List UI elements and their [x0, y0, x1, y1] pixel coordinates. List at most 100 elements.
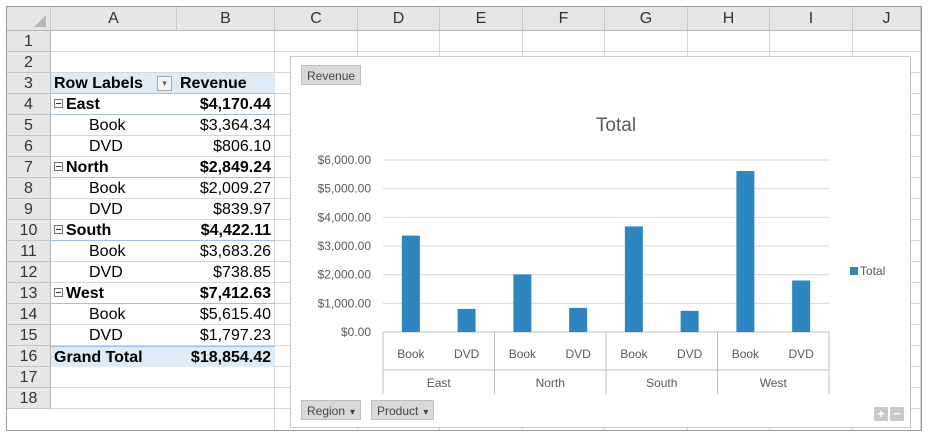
row-header-14[interactable]: 14	[7, 304, 51, 325]
column-header-f[interactable]: F	[523, 7, 605, 31]
row-header-11[interactable]: 11	[7, 241, 51, 262]
pivot-item-label[interactable]: DVD	[51, 262, 177, 283]
pivot-row-label-text: Book	[89, 306, 126, 323]
x-tick-label: DVD	[788, 347, 814, 361]
pivot-row-label-text: DVD	[89, 327, 123, 344]
y-tick-label: $5,000.00	[318, 182, 372, 196]
pivot-group-label[interactable]: North	[51, 157, 177, 178]
bar	[680, 310, 699, 332]
row-gridline	[51, 51, 921, 52]
pivot-item-value[interactable]: $5,615.40	[177, 304, 275, 325]
pivot-group-label[interactable]: South	[51, 220, 177, 241]
collapse-group-icon[interactable]	[54, 288, 63, 298]
pivot-item-label[interactable]: Book	[51, 115, 177, 136]
collapse-group-icon[interactable]	[54, 162, 63, 172]
pivot-chart[interactable]: Revenue Total $0.00 $1,000.00 $2,000.00 $3,0…	[290, 56, 911, 428]
pivot-grand-total-value[interactable]: $18,854.42	[177, 346, 275, 367]
pivot-item-label[interactable]: Book	[51, 241, 177, 262]
pivot-row-label-text: South	[66, 222, 112, 239]
row-header-10[interactable]: 10	[7, 220, 51, 241]
axis-field-button-label: Region	[307, 404, 346, 418]
pivot-item-label[interactable]: Book	[51, 178, 177, 199]
select-all-corner[interactable]	[7, 7, 51, 31]
row-header-16[interactable]: 16	[7, 346, 51, 367]
pivot-item-value-text: $1,797.23	[199, 327, 271, 344]
axis-field-button-0[interactable]: Region ▾	[301, 400, 362, 420]
pivot-group-value-text: $4,422.11	[200, 222, 271, 239]
column-header-d[interactable]: D	[358, 7, 440, 31]
column-header-h[interactable]: H	[688, 7, 770, 31]
row-header-5[interactable]: 5	[7, 115, 51, 136]
pivot-grand-total-label[interactable]: Grand Total	[51, 346, 177, 367]
bar	[736, 171, 755, 332]
pivot-item-value-text: $5,615.40	[199, 306, 271, 323]
x-tick-label: DVD	[565, 347, 591, 361]
row-header-1[interactable]: 1	[7, 31, 51, 52]
row-header-12[interactable]: 12	[7, 262, 51, 283]
row-labels-filter-button[interactable]: ▾	[157, 76, 172, 91]
column-header-a[interactable]: A	[51, 7, 177, 31]
bar	[624, 226, 643, 332]
pivot-item-label[interactable]: Book	[51, 304, 177, 325]
column-header-e[interactable]: E	[440, 7, 523, 31]
y-tick-label: $4,000.00	[318, 210, 372, 224]
collapse-group-icon[interactable]	[54, 99, 63, 109]
pivot-group-value[interactable]: $4,170.44	[177, 94, 275, 115]
x-tick-label: Book	[620, 347, 648, 361]
chart-plot: Total $0.00 $1,000.00 $2,000.00 $3,000.00 $4,…	[318, 115, 885, 394]
row-header-15[interactable]: 15	[7, 325, 51, 346]
pivot-item-label[interactable]: DVD	[51, 136, 177, 157]
pivot-item-value[interactable]: $3,364.34	[177, 115, 275, 136]
row-header-17[interactable]: 17	[7, 367, 51, 388]
collapse-minus-icon[interactable]: −	[890, 407, 904, 421]
y-tick-label: $2,000.00	[318, 268, 372, 282]
pivot-row-label-text: Book	[89, 117, 126, 134]
pivot-item-label[interactable]: DVD	[51, 325, 177, 346]
pivot-grand-total-label-text: Grand Total	[54, 349, 143, 366]
pivot-group-value[interactable]: $7,412.63	[177, 283, 275, 304]
pivot-group-label[interactable]: West	[51, 283, 177, 304]
row-header-13[interactable]: 13	[7, 283, 51, 304]
x-tick-label: DVD	[677, 347, 703, 361]
row-header-4[interactable]: 4	[7, 94, 51, 115]
bar	[513, 274, 532, 332]
pivot-row-label-text: West	[66, 285, 104, 302]
bar	[401, 235, 420, 332]
row-header-8[interactable]: 8	[7, 178, 51, 199]
pivot-item-value[interactable]: $1,797.23	[177, 325, 275, 346]
pivot-item-value[interactable]: $3,683.26	[177, 241, 275, 262]
column-header-b[interactable]: B	[177, 7, 275, 31]
axis-field-button-1[interactable]: Product ▾	[371, 400, 435, 420]
y-tick-label: $6,000.00	[318, 153, 372, 167]
pivot-group-value[interactable]: $2,849.24	[177, 157, 275, 178]
column-header-c[interactable]: C	[275, 7, 358, 31]
dropdown-arrow-icon: ▾	[423, 407, 429, 418]
pivot-item-value-text: $3,683.26	[199, 243, 271, 260]
pivot-header-revenue[interactable]: Revenue	[177, 73, 275, 94]
row-header-18[interactable]: 18	[7, 388, 51, 409]
pivot-item-value[interactable]: $839.97	[177, 199, 275, 220]
pivot-group-value[interactable]: $4,422.11	[177, 220, 275, 241]
collapse-group-icon[interactable]	[54, 225, 63, 235]
row-header-7[interactable]: 7	[7, 157, 51, 178]
pivot-item-value[interactable]: $738.85	[177, 262, 275, 283]
pivot-row-label-text: East	[66, 96, 100, 113]
spreadsheet-frame: ABCDEFGHIJ 1 2 3 4 5 6 7 8 9 10 11 12 13 14 15 16 17 18 R…	[6, 6, 922, 431]
pivot-grand-total-value-text: $18,854.42	[190, 349, 271, 366]
pivot-group-label[interactable]: East	[51, 94, 177, 115]
row-header-6[interactable]: 6	[7, 136, 51, 157]
row-header-3[interactable]: 3	[7, 73, 51, 94]
legend-label: Total	[860, 264, 885, 278]
column-gridline	[920, 31, 921, 430]
column-header-g[interactable]: G	[605, 7, 688, 31]
pivot-item-value[interactable]: $806.10	[177, 136, 275, 157]
column-header-i[interactable]: I	[770, 7, 853, 31]
pivot-item-value[interactable]: $2,009.27	[177, 178, 275, 199]
column-header-j[interactable]: J	[853, 7, 921, 31]
expand-plus-icon[interactable]: +	[874, 407, 888, 421]
pivot-item-value-text: $2,009.27	[199, 180, 271, 197]
bar	[457, 308, 476, 332]
row-header-9[interactable]: 9	[7, 199, 51, 220]
pivot-item-label[interactable]: DVD	[51, 199, 177, 220]
row-header-2[interactable]: 2	[7, 52, 51, 73]
